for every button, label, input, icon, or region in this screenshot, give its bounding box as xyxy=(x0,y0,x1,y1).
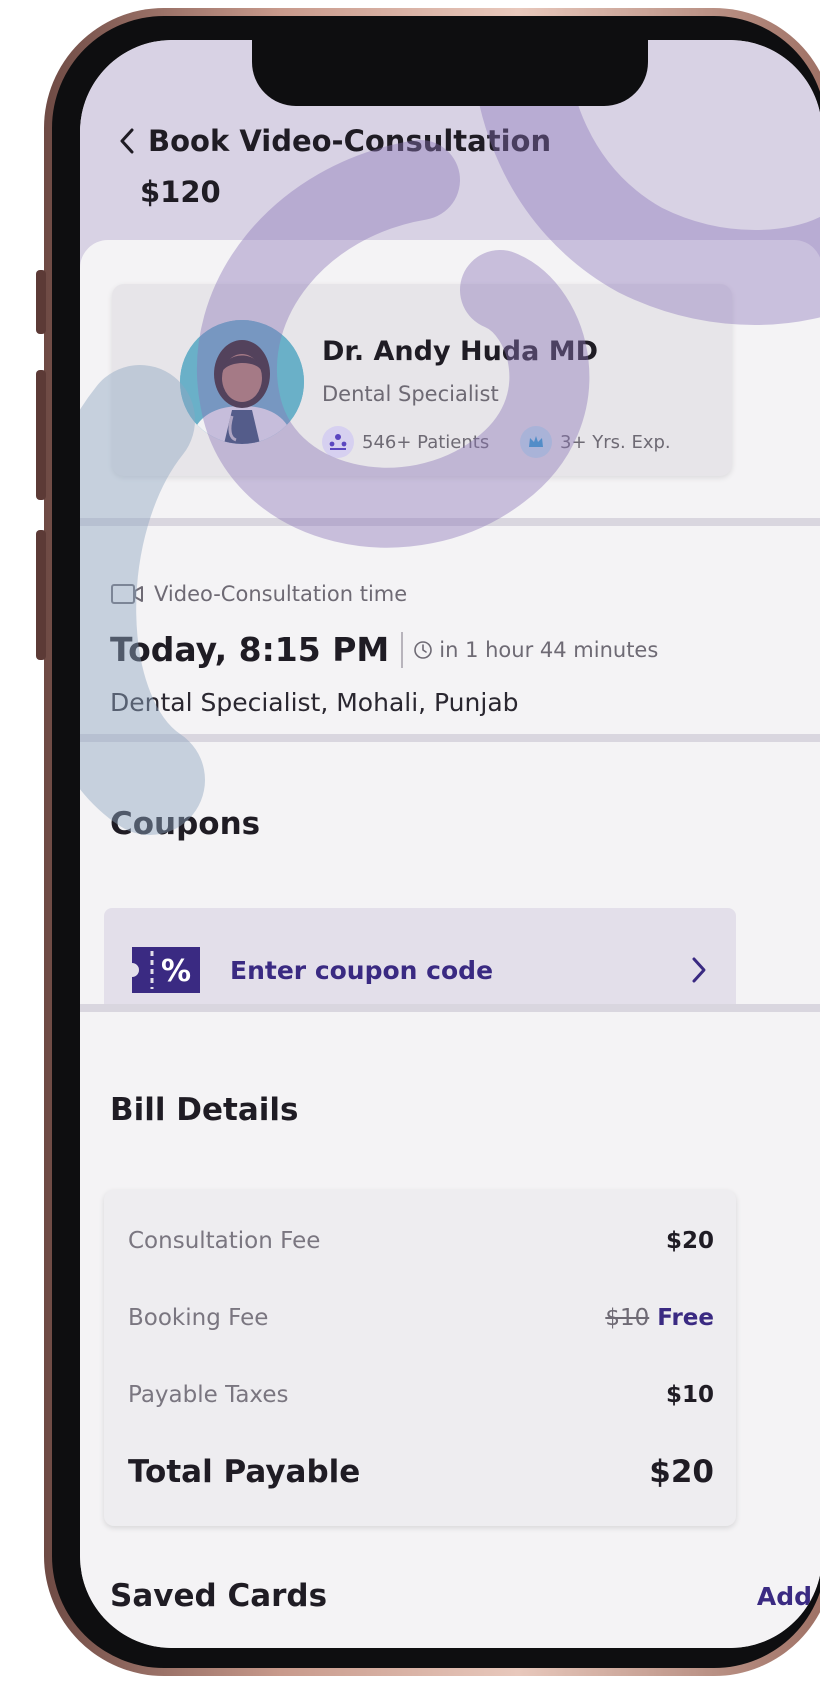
header: Book Video-Consultation xyxy=(116,124,551,158)
bill-label: Payable Taxes xyxy=(128,1382,289,1408)
total-row: Total Payable $20 xyxy=(128,1454,714,1490)
page-title: Book Video-Consultation xyxy=(148,124,552,158)
bill-value: $10 xyxy=(665,1382,714,1408)
bill-heading: Bill Details xyxy=(110,1092,299,1128)
saved-cards-heading: Saved Cards xyxy=(110,1578,328,1614)
phone-volume-up xyxy=(36,370,46,500)
back-icon[interactable] xyxy=(116,126,138,156)
consultation-price: $120 xyxy=(140,175,221,209)
booking-fee-value: $10 Free xyxy=(605,1305,714,1331)
original-price: $10 xyxy=(605,1305,650,1331)
bill-value: $20 xyxy=(665,1228,714,1254)
phone-notch xyxy=(252,40,648,106)
divider xyxy=(80,1004,820,1012)
experience-stat: 3+ Yrs. Exp. xyxy=(520,426,671,458)
add-card-button[interactable]: Add xyxy=(757,1582,812,1611)
relative-time-text: in 1 hour 44 minutes xyxy=(439,637,659,662)
patients-icon xyxy=(322,426,354,458)
appointment-label: Video-Consultation time xyxy=(154,582,408,606)
doctor-avatar xyxy=(180,320,304,444)
bill-card: Consultation Fee $20 Booking Fee $10 Free… xyxy=(104,1190,736,1526)
bill-label: Consultation Fee xyxy=(128,1228,321,1254)
coupons-heading: Coupons xyxy=(110,806,261,842)
app-screen: Book Video-Consultation $120 Dr. Andy Hu… xyxy=(80,40,820,1648)
clock-icon xyxy=(414,640,433,659)
bill-row: Booking Fee $10 Free xyxy=(128,1305,714,1331)
coupon-icon: % xyxy=(132,947,200,993)
experience-icon xyxy=(520,426,552,458)
video-camera-icon xyxy=(111,584,143,604)
doctor-specialty: Dental Specialist xyxy=(322,382,499,406)
appointment-time-row: Today, 8:15 PM in 1 hour 44 minutes xyxy=(110,630,658,669)
experience-years: 3+ Yrs. Exp. xyxy=(560,431,671,453)
relative-time: in 1 hour 44 minutes xyxy=(413,638,658,662)
divider xyxy=(80,734,820,742)
bill-label: Booking Fee xyxy=(128,1305,269,1331)
appointment-label-row: Video-Consultation time xyxy=(110,582,407,606)
patients-stat: 546+ Patients xyxy=(322,426,489,458)
patients-count: 546+ Patients xyxy=(362,431,490,453)
phone-volume-down xyxy=(36,530,46,660)
free-badge: Free xyxy=(657,1305,714,1331)
bill-row: Payable Taxes $10 xyxy=(128,1382,714,1408)
coupon-placeholder: Enter coupon code xyxy=(230,955,494,985)
time-separator xyxy=(401,631,404,668)
total-label: Total Payable xyxy=(128,1454,361,1490)
svg-text:%: % xyxy=(161,954,191,989)
bill-row: Consultation Fee $20 xyxy=(128,1228,714,1254)
divider xyxy=(80,518,820,526)
phone-side-button xyxy=(36,270,46,334)
appointment-location: Dental Specialist, Mohali, Punjab xyxy=(110,688,519,717)
doctor-name: Dr. Andy Huda MD xyxy=(322,336,599,367)
appointment-time: Today, 8:15 PM xyxy=(110,630,390,669)
chevron-right-icon xyxy=(692,957,706,983)
total-value: $20 xyxy=(649,1454,714,1490)
